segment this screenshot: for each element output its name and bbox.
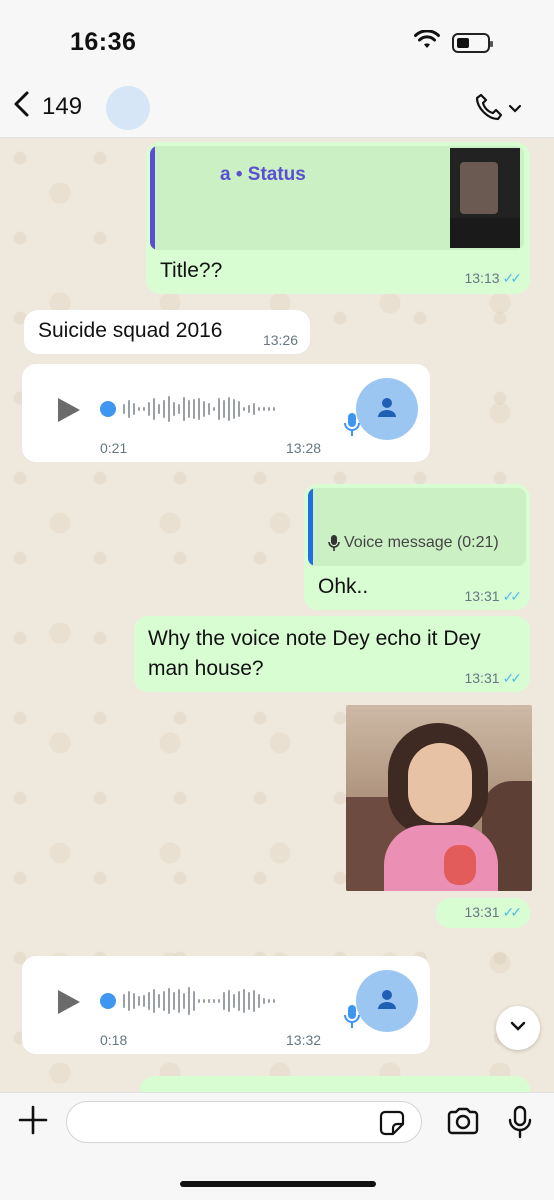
mic-icon: [328, 534, 340, 557]
sender-avatar: [356, 378, 418, 440]
person-icon: [376, 988, 398, 1015]
photo-message[interactable]: [346, 705, 532, 891]
quote-title: a • Status: [220, 164, 306, 185]
mic-icon: [344, 1004, 360, 1035]
read-ticks-icon: ✓✓: [502, 588, 523, 604]
quoted-voice-message[interactable]: Voice message (0:21): [308, 488, 526, 566]
message-time: 13:26: [262, 332, 298, 348]
message-text: Ohk..: [318, 575, 369, 598]
message-bubble-outgoing[interactable]: a • Status Title?? 13:13 ✓✓: [146, 142, 530, 294]
contact-avatar[interactable]: [106, 86, 150, 130]
call-button[interactable]: [474, 92, 522, 127]
photo-time-pill: 13:31 ✓✓: [436, 898, 530, 928]
mic-icon[interactable]: [508, 1105, 532, 1144]
status-time: 16:36: [70, 28, 137, 56]
play-icon[interactable]: [58, 990, 80, 1014]
play-icon[interactable]: [58, 398, 80, 422]
message-time: 13:13: [464, 270, 500, 286]
voice-duration: 0:21: [100, 440, 128, 456]
chevron-down-icon: [508, 101, 522, 119]
message-time: 13:28: [286, 440, 322, 456]
message-time: 13:32: [286, 1032, 322, 1048]
voice-message-incoming[interactable]: 0:21 13:28: [22, 364, 430, 462]
message-bubble-incoming[interactable]: Suicide squad 2016 13:26: [24, 310, 310, 354]
message-time: 13:31: [464, 670, 500, 686]
camera-icon[interactable]: [446, 1107, 480, 1140]
scroll-down-icon: [509, 1019, 527, 1037]
sticker-icon[interactable]: [379, 1110, 405, 1141]
read-ticks-icon: ✓✓: [502, 670, 523, 686]
quote-thumbnail: [450, 148, 520, 248]
chat-header: 149: [0, 80, 554, 138]
quoted-status[interactable]: a • Status: [150, 146, 524, 250]
voice-waveform[interactable]: [100, 986, 275, 1016]
voice-waveform[interactable]: [100, 394, 275, 424]
back-chevron-icon: [12, 90, 32, 123]
quote-text: Voice message (0:21): [344, 534, 499, 551]
message-text: Suicide squad 2016: [38, 319, 223, 342]
read-ticks-icon: ✓✓: [502, 270, 523, 286]
battery-icon: [452, 32, 493, 53]
phone-icon: [474, 92, 504, 127]
chat-area[interactable]: a • Status Title?? 13:13 ✓✓ Suicide squad…: [0, 138, 554, 1092]
home-indicator: [180, 1181, 376, 1187]
person-icon: [376, 396, 398, 423]
voice-message-incoming[interactable]: 0:18 13:32: [22, 956, 430, 1054]
status-bar: 16:36: [0, 0, 554, 80]
read-ticks-icon: ✓✓: [502, 904, 523, 920]
message-bubble-outgoing[interactable]: Voice message (0:21) Ohk.. 13:31 ✓✓: [304, 484, 530, 610]
message-text: Title??: [160, 259, 223, 282]
message-text-line: Why the voice note Dey echo it Dey: [148, 627, 481, 650]
sender-avatar: [356, 970, 418, 1032]
voice-duration: 0:18: [100, 1032, 128, 1048]
mic-icon: [344, 412, 360, 443]
back-button[interactable]: 149: [12, 90, 82, 123]
message-time: 13:31: [464, 588, 500, 604]
message-bubble-outgoing[interactable]: Why the voice note Dey echo it Dey man h…: [134, 616, 530, 692]
scroll-down-button[interactable]: [496, 1006, 540, 1050]
message-input[interactable]: [66, 1101, 422, 1143]
message-time: 13:31: [464, 904, 500, 920]
plus-icon[interactable]: [18, 1105, 48, 1140]
wifi-icon: [414, 29, 440, 55]
input-bar: [0, 1092, 554, 1200]
message-bubble-outgoing[interactable]: [140, 1076, 530, 1092]
unread-count: 149: [42, 92, 83, 120]
message-text-line: man house?: [148, 657, 264, 680]
